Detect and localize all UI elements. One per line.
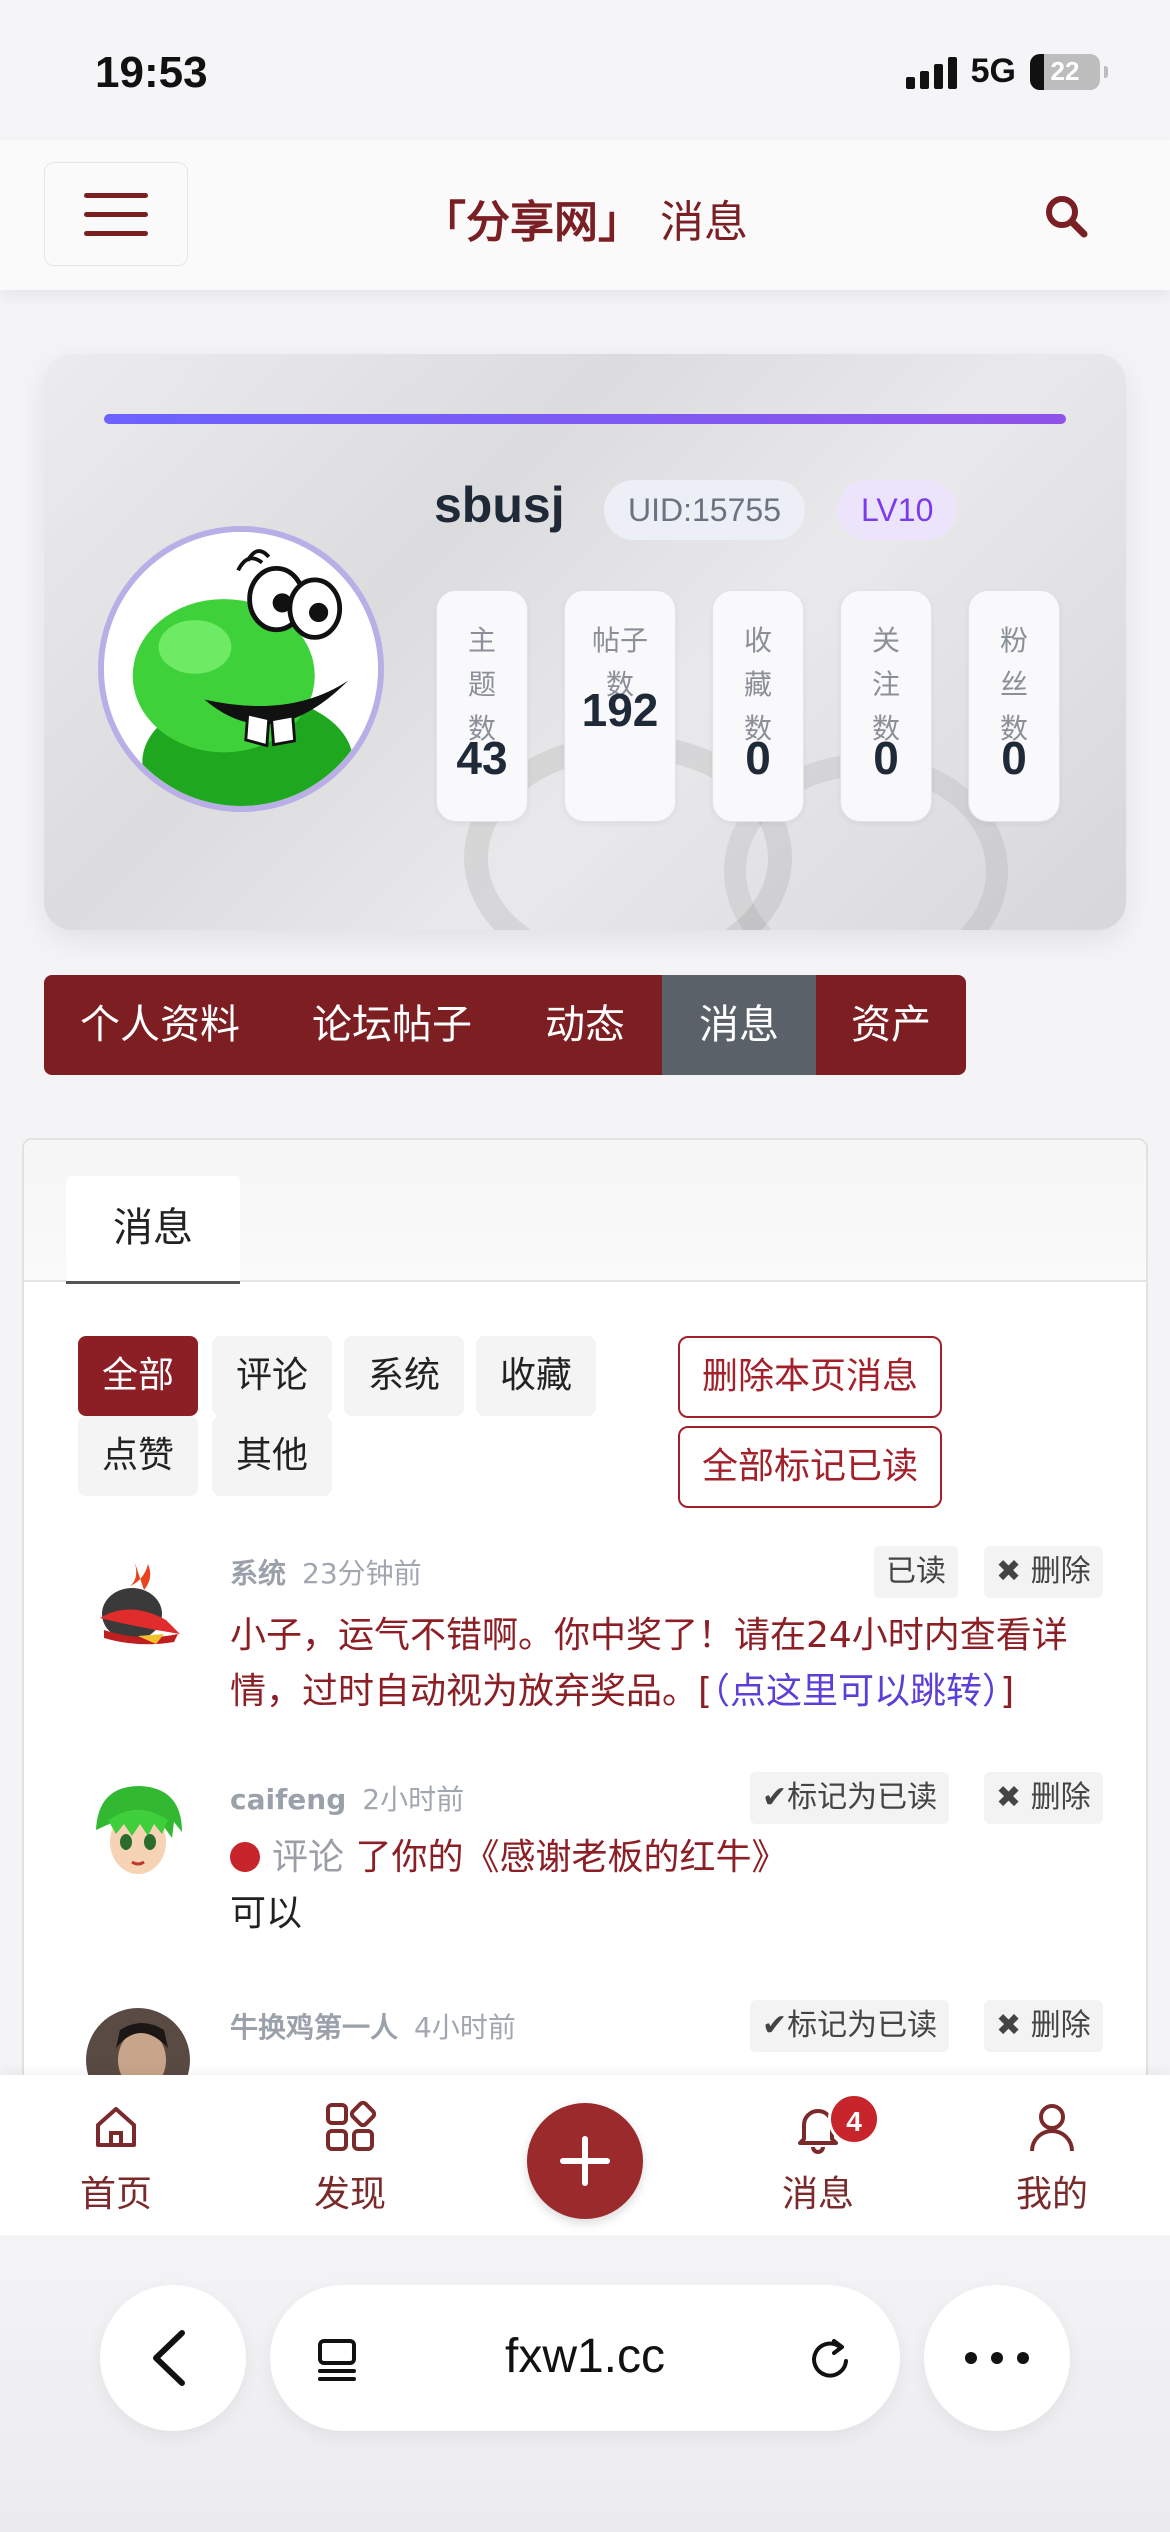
stat-value: 43 [456,732,508,784]
stat-topics[interactable]: 主题数 43 [436,590,528,822]
tab-messages[interactable]: 消息 [662,975,816,1075]
stat-value: 192 [581,684,659,736]
filter-system[interactable]: 系统 [344,1336,465,1416]
filter-likes[interactable]: 点赞 [78,1416,199,1496]
section-name: 消息 [660,197,748,248]
network-label: 5G [970,52,1016,90]
message-item: caifeng 2小时前 ✔标记为已读 ✖ 删除 评论 了你的《感谢老板的红牛》 … [24,1768,1146,1978]
message-text-end: ] [1000,1671,1015,1712]
discover-icon [326,2100,377,2151]
message-time: 23分钟前 [302,1557,422,1590]
caifeng-avatar[interactable] [86,1780,190,1884]
more-dots-icon [965,2352,1029,2364]
notification-badge: 4 [828,2093,880,2145]
plus-icon[interactable] [527,2103,643,2219]
message-item: 系统 23分钟前 已读 ✖ 删除 小子，运气不错啊。你中奖了！请在24小时内查看详… [24,1540,1146,1750]
panel-header: 消息 [24,1140,1146,1284]
stat-followers[interactable]: 粉丝数 0 [968,590,1060,822]
nav-mine[interactable]: 我的 [982,2099,1122,2217]
message-sender[interactable]: 系统 [230,1557,286,1590]
message-body: 小子，运气不错啊。你中奖了！请在24小时内查看详情，过时自动视为放弃奖品。[（点… [230,1608,1110,1720]
filter-other[interactable]: 其他 [212,1416,333,1496]
address-bar[interactable]: fxw1.cc [270,2285,900,2431]
app-header: 「分享网」 消息 [0,140,1170,290]
mark-all-read-button[interactable]: 全部标记已读 [678,1426,943,1508]
message-sender[interactable]: 牛换鸡第一人 [230,2011,398,2044]
mark-read-button[interactable]: ✔标记为已读 [750,2000,950,2052]
system-avatar [100,1560,180,1645]
message-meta: 系统 23分钟前 [230,1552,422,1592]
nav-messages[interactable]: 4 消息 [748,2093,888,2217]
bottom-navigation: 首页 发现 4 消息 我的 [0,2075,1170,2235]
site-name: 「分享网」 [422,197,642,248]
stat-posts[interactable]: 帖子数 192 [564,590,676,822]
user-photo-avatar[interactable] [86,2008,190,2078]
browser-toolbar: fxw1.cc [0,2235,1170,2532]
message-reply: 可以 [230,1893,303,1934]
message-sender[interactable]: caifeng [230,1783,346,1816]
messages-panel: 消息 全部 评论 系统 收藏 点赞 其他 删除本页消息 全部标记已读 系统 23分… [22,1138,1148,2078]
nav-label: 发现 [313,2174,386,2215]
user-icon [1030,2104,1074,2152]
stat-favorites[interactable]: 收藏数 0 [712,590,804,822]
level-badge: LV10 [837,480,958,540]
message-action: 评论 [272,1837,345,1878]
unread-dot [230,1842,260,1872]
status-time: 19:53 [95,48,208,97]
tab-forum-posts[interactable]: 论坛帖子 [276,975,508,1075]
tab-profile[interactable]: 个人资料 [44,975,276,1075]
back-button[interactable] [100,2285,246,2431]
frog-avatar-image [104,532,378,806]
message-link[interactable]: （点这里可以跳转） [712,1671,1000,1712]
panel-tab-messages[interactable]: 消息 [66,1176,240,1284]
stat-value: 0 [1001,732,1027,784]
home-icon [96,2107,136,2147]
reload-icon[interactable] [804,2333,856,2385]
battery-level: 22 [1050,56,1080,86]
more-button[interactable] [924,2285,1070,2431]
nav-label: 我的 [1015,2174,1088,2215]
mark-read-button[interactable]: ✔标记为已读 [750,1772,950,1824]
message-meta: 牛换鸡第一人 4小时前 [230,2006,516,2046]
message-time: 4小时前 [414,2011,516,2044]
filter-comments[interactable]: 评论 [212,1336,333,1416]
profile-tabs: 个人资料 论坛帖子 动态 消息 资产 [44,975,966,1075]
nav-label: 消息 [781,2174,854,2215]
username: sbusj [434,477,565,533]
status-bar: 19:53 5G 22 [0,0,1170,140]
message-meta: caifeng 2小时前 [230,1778,464,1818]
delete-message-button[interactable]: ✖ 删除 [984,1772,1103,1824]
status-indicators: 5G 22 [905,52,1108,91]
level-progress-bar [104,414,1066,424]
profile-card: sbusj UID:15755 LV10 主题数 43 帖子数 192 收藏数 … [44,354,1126,930]
search-icon[interactable] [1042,192,1090,240]
battery-icon: 22 [1030,53,1108,90]
nav-home[interactable]: 首页 [46,2099,186,2217]
page-title: 「分享网」 消息 [0,186,1170,250]
filter-all[interactable]: 全部 [78,1336,199,1416]
avatar[interactable] [98,526,384,812]
uid-badge: UID:15755 [604,480,805,540]
delete-message-button[interactable]: ✖ 删除 [984,1546,1103,1598]
read-status-label: 已读 [874,1546,958,1598]
signal-icon [905,55,957,89]
filter-favorites[interactable]: 收藏 [476,1336,597,1416]
nav-discover[interactable]: 发现 [280,2099,420,2217]
message-text[interactable]: 了你的《感谢老板的红牛》 [355,1837,787,1878]
tab-assets[interactable]: 资产 [816,975,966,1075]
message-item: 牛换鸡第一人 4小时前 ✔标记为已读 ✖ 删除 [24,1996,1146,2078]
stat-following[interactable]: 关注数 0 [840,590,932,822]
delete-message-button[interactable]: ✖ 删除 [984,2000,1103,2052]
stat-value: 0 [745,732,771,784]
tab-activity[interactable]: 动态 [508,975,662,1075]
message-body: 评论 了你的《感谢老板的红牛》 可以 [230,1830,1110,1942]
chevron-left-icon [153,2330,185,2386]
message-time: 2小时前 [362,1783,465,1816]
delete-page-messages-button[interactable]: 删除本页消息 [678,1336,943,1418]
nav-label: 首页 [79,2174,152,2215]
stat-value: 0 [873,732,899,784]
